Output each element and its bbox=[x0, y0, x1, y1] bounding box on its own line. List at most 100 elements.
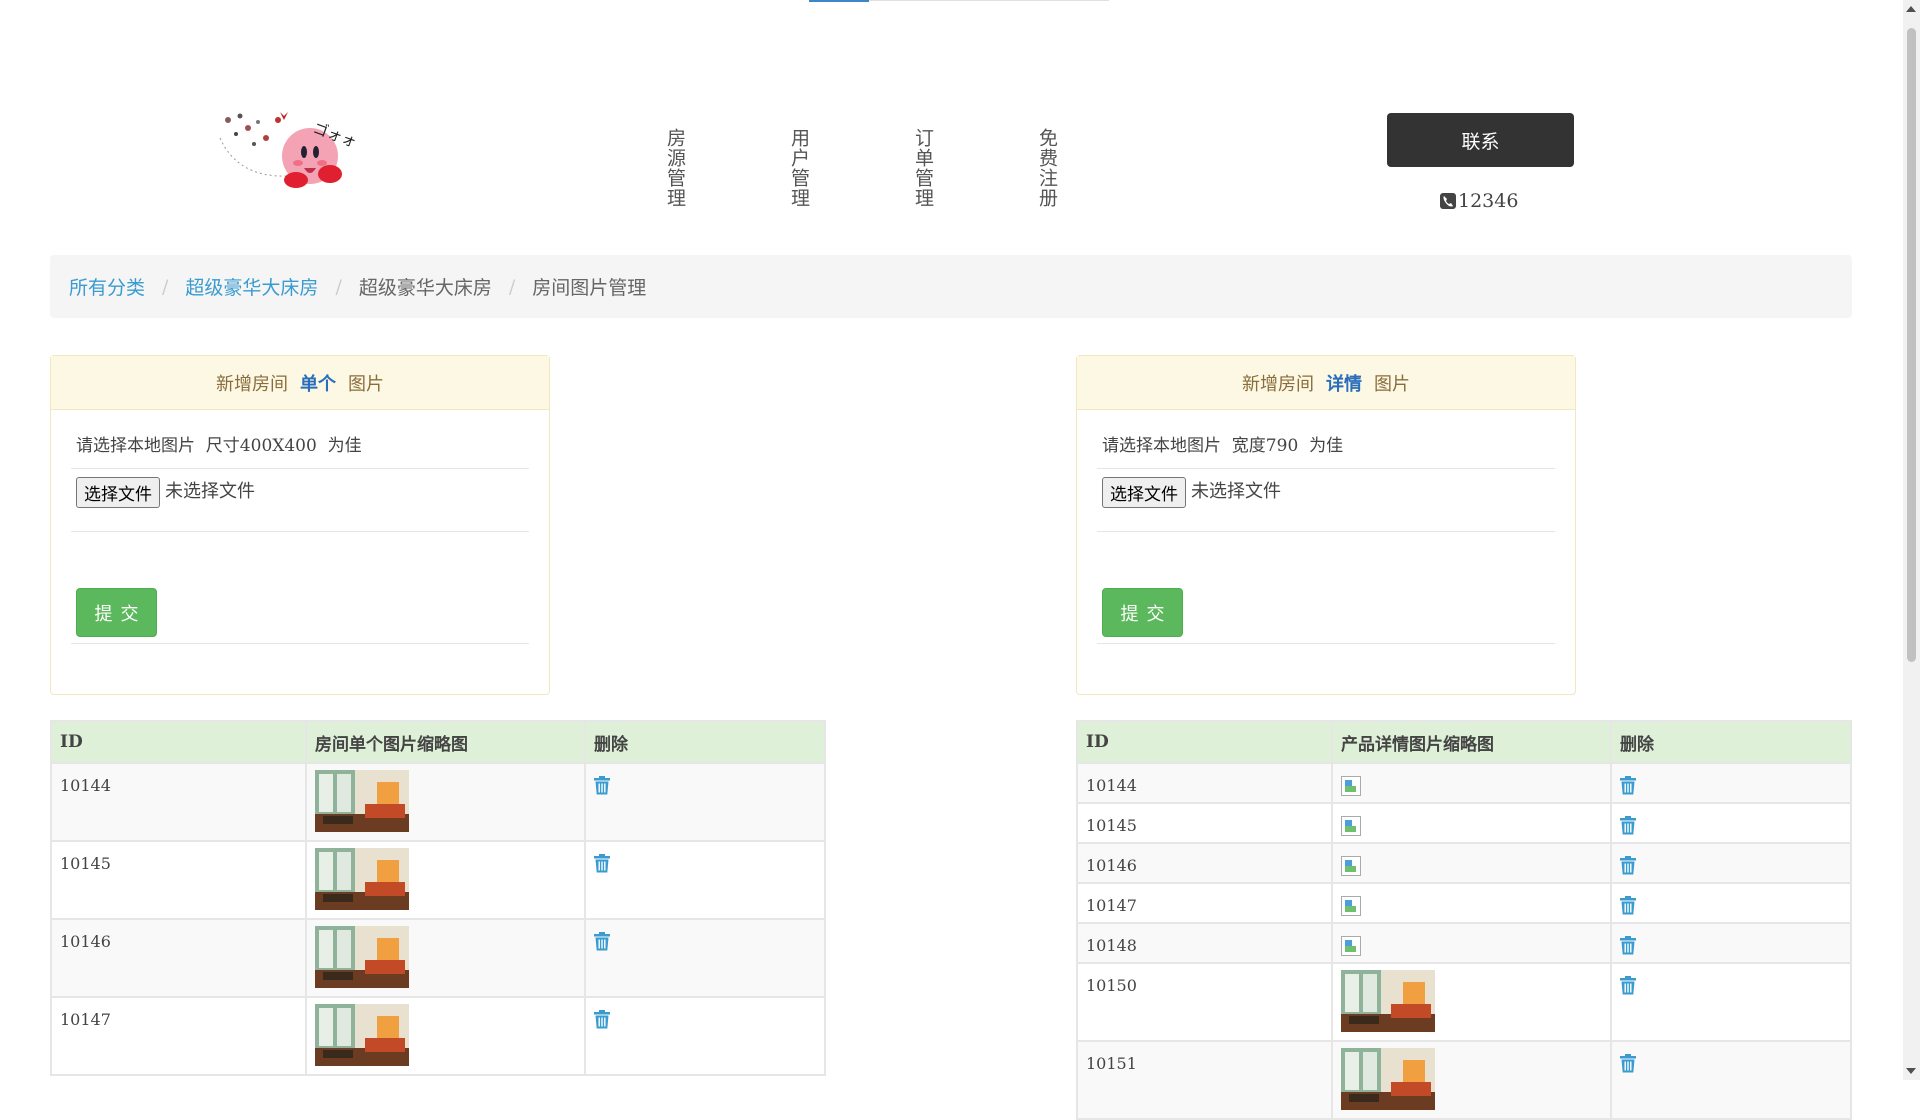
row-thumbnail-cell bbox=[1331, 882, 1612, 924]
detail-images-table-body: 10144 10145 10146 10147 10148 10150 10151 bbox=[1076, 762, 1852, 1120]
trash-icon[interactable] bbox=[594, 776, 610, 799]
row-thumbnail-cell bbox=[1331, 842, 1612, 884]
row-id: 10147 bbox=[50, 996, 307, 1076]
trash-icon[interactable] bbox=[594, 1010, 610, 1033]
row-delete-cell bbox=[1610, 762, 1852, 804]
file-status: 未选择文件 bbox=[165, 481, 255, 502]
panel-title-post: 图片 bbox=[1374, 373, 1410, 395]
trash-icon[interactable] bbox=[594, 854, 610, 877]
row-id: 10148 bbox=[1076, 922, 1333, 964]
submit-button[interactable]: 提交 bbox=[76, 588, 157, 637]
trash-icon[interactable] bbox=[1620, 936, 1636, 959]
row-thumbnail-cell bbox=[1331, 762, 1612, 804]
row-delete-cell bbox=[584, 918, 826, 998]
breadcrumb-product: 超级豪华大床房 bbox=[358, 277, 492, 299]
table-row: 10147 bbox=[50, 996, 826, 1076]
upload-hint: 请选择本地图片 宽度790 为佳 bbox=[1097, 410, 1555, 469]
top-tab-indicator bbox=[809, 0, 869, 2]
table-header-row: ID 产品详情图片缩略图 删除 bbox=[1076, 720, 1852, 764]
row-id: 10144 bbox=[50, 762, 307, 842]
phone-text: 12346 bbox=[1458, 190, 1519, 212]
scroll-up-arrow-icon[interactable] bbox=[1906, 6, 1916, 12]
table-row: 10144 bbox=[50, 762, 826, 842]
submit-button[interactable]: 提交 bbox=[1102, 588, 1183, 637]
broken-image-icon bbox=[1341, 896, 1361, 916]
nav-house-management[interactable]: 房源管理 bbox=[662, 128, 686, 208]
row-delete-cell bbox=[1610, 882, 1852, 924]
contact-button[interactable]: 联系 bbox=[1387, 113, 1574, 167]
breadcrumb-all-categories[interactable]: 所有分类 bbox=[69, 273, 145, 300]
room-thumbnail bbox=[1341, 970, 1435, 1032]
kirby-logo: ゴォォ bbox=[219, 112, 358, 188]
row-id: 10145 bbox=[1076, 802, 1333, 844]
row-thumbnail-cell bbox=[1331, 1040, 1612, 1120]
row-thumbnail-cell bbox=[305, 918, 586, 998]
breadcrumb-category[interactable]: 超级豪华大床房 bbox=[185, 273, 318, 300]
panel-title-post: 图片 bbox=[348, 373, 384, 395]
top-tab-strip bbox=[809, 0, 1109, 2]
row-thumbnail-cell bbox=[1331, 922, 1612, 964]
trash-icon[interactable] bbox=[1620, 1054, 1636, 1077]
trash-icon[interactable] bbox=[1620, 976, 1636, 999]
choose-file-button[interactable]: 选择文件 bbox=[76, 477, 160, 508]
row-delete-cell bbox=[584, 840, 826, 920]
room-thumbnail bbox=[315, 1004, 409, 1066]
breadcrumb: 所有分类 / 超级豪华大床房 / 超级豪华大床房 / 房间图片管理 bbox=[50, 255, 1852, 318]
choose-file-button[interactable]: 选择文件 bbox=[1102, 477, 1186, 508]
row-thumbnail-cell bbox=[1331, 962, 1612, 1042]
table-row: 10146 bbox=[1076, 842, 1852, 884]
panel-title-strong: 单个 bbox=[300, 373, 336, 395]
row-id: 10144 bbox=[1076, 762, 1333, 804]
row-delete-cell bbox=[584, 762, 826, 842]
broken-image-icon bbox=[1341, 776, 1361, 796]
column-header-delete: 删除 bbox=[1610, 720, 1852, 764]
trash-icon[interactable] bbox=[1620, 856, 1636, 879]
trash-icon[interactable] bbox=[1620, 816, 1636, 839]
file-input[interactable]: 选择文件 未选择文件 bbox=[1097, 469, 1555, 532]
row-id: 10145 bbox=[50, 840, 307, 920]
row-delete-cell bbox=[584, 996, 826, 1076]
scroll-thumb[interactable] bbox=[1907, 28, 1916, 662]
column-header-thumbnail: 房间单个图片缩略图 bbox=[305, 720, 586, 764]
row-delete-cell bbox=[1610, 922, 1852, 964]
trash-icon[interactable] bbox=[1620, 896, 1636, 919]
row-delete-cell bbox=[1610, 842, 1852, 884]
table-row: 10148 bbox=[1076, 922, 1852, 964]
file-input[interactable]: 选择文件 未选择文件 bbox=[71, 469, 529, 532]
scroll-down-arrow-icon[interactable] bbox=[1906, 1068, 1916, 1074]
table-row: 10150 bbox=[1076, 962, 1852, 1042]
nav-free-register[interactable]: 免费注册 bbox=[1034, 128, 1058, 208]
column-header-id: ID bbox=[50, 720, 307, 764]
broken-image-icon bbox=[1341, 856, 1361, 876]
column-header-delete: 删除 bbox=[584, 720, 826, 764]
trash-icon[interactable] bbox=[1620, 776, 1636, 799]
table-row: 10144 bbox=[1076, 762, 1852, 804]
row-thumbnail-cell bbox=[305, 762, 586, 842]
room-thumbnail bbox=[315, 770, 409, 832]
row-delete-cell bbox=[1610, 962, 1852, 1042]
table-row: 10146 bbox=[50, 918, 826, 998]
single-images-table-body: 10144 10145 10146 10147 bbox=[50, 762, 826, 1076]
page-scrollbar[interactable] bbox=[1903, 0, 1920, 1080]
phone-icon bbox=[1440, 193, 1456, 209]
table-row: 10151 bbox=[1076, 1040, 1852, 1120]
table-header-row: ID 房间单个图片缩略图 删除 bbox=[50, 720, 826, 764]
breadcrumb-separator: / bbox=[508, 275, 516, 298]
table-row: 10145 bbox=[1076, 802, 1852, 844]
detail-images-table: ID 产品详情图片缩略图 删除 10144 10145 10146 10147 1014… bbox=[1076, 720, 1852, 1120]
panel-title-pre: 新增房间 bbox=[216, 373, 288, 395]
row-id: 10151 bbox=[1076, 1040, 1333, 1120]
table-row: 10147 bbox=[1076, 882, 1852, 924]
column-header-id: ID bbox=[1076, 720, 1333, 764]
panel-title-pre: 新增房间 bbox=[1242, 373, 1314, 395]
panel-title: 新增房间 详情 图片 bbox=[1077, 356, 1575, 410]
nav-user-management[interactable]: 用户管理 bbox=[786, 128, 810, 208]
breadcrumb-current: 房间图片管理 bbox=[532, 277, 647, 299]
row-thumbnail-cell bbox=[305, 840, 586, 920]
trash-icon[interactable] bbox=[594, 932, 610, 955]
nav-order-management[interactable]: 订单管理 bbox=[910, 128, 934, 208]
panel-title: 新增房间 单个 图片 bbox=[51, 356, 549, 410]
room-thumbnail bbox=[315, 848, 409, 910]
broken-image-icon bbox=[1341, 816, 1361, 836]
room-thumbnail bbox=[315, 926, 409, 988]
